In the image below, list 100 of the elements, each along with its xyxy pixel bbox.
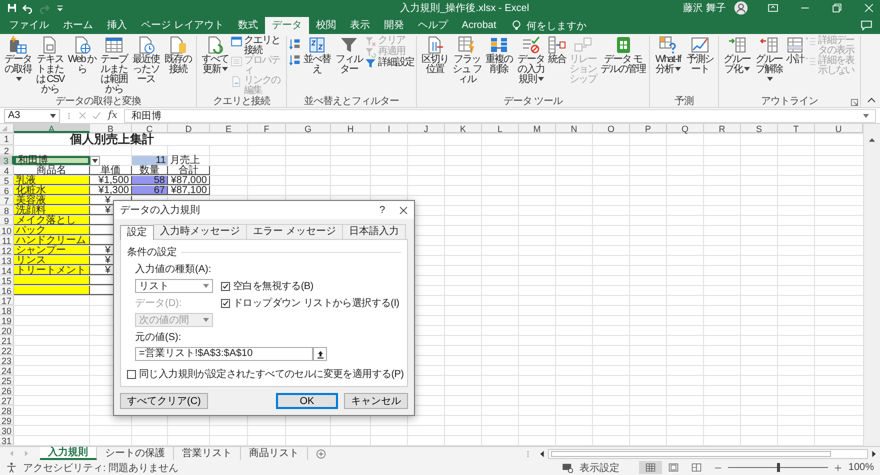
- ribbon-button[interactable]: 既存の接続: [162, 36, 194, 75]
- zoom-in-icon[interactable]: [834, 464, 842, 472]
- ribbon-button[interactable]: グループ化: [721, 36, 753, 75]
- scroll-right-icon[interactable]: [870, 450, 878, 458]
- avatar-icon[interactable]: [734, 1, 748, 15]
- row-header[interactable]: 2: [0, 146, 14, 155]
- checkbox[interactable]: [127, 370, 136, 378]
- row-header[interactable]: 18: [0, 306, 14, 315]
- checkbox[interactable]: [221, 298, 230, 308]
- row-header[interactable]: 25: [0, 376, 14, 385]
- row-header[interactable]: 21: [0, 336, 14, 345]
- normal-view-button[interactable]: [639, 461, 662, 474]
- add-sheet-icon[interactable]: [316, 448, 326, 458]
- sort-ascending-icon[interactable]: [289, 38, 301, 50]
- ribbon-button[interactable]: フィルター: [333, 36, 365, 75]
- ribbon-button[interactable]: 区切り位置: [419, 36, 451, 75]
- ribbon-tab[interactable]: ホーム: [56, 17, 100, 34]
- zoom-level[interactable]: 100%: [848, 462, 874, 473]
- check-icon[interactable]: [92, 111, 101, 120]
- column-header[interactable]: G: [286, 124, 331, 133]
- collapse-icon[interactable]: [867, 96, 876, 105]
- row-header[interactable]: 27: [0, 396, 14, 405]
- dialog-launcher-icon[interactable]: [851, 99, 858, 106]
- row-header[interactable]: 31: [0, 436, 14, 445]
- ribbon-tab[interactable]: 開発: [376, 17, 411, 34]
- row-header[interactable]: 20: [0, 326, 14, 335]
- ribbon-button[interactable]: クエリと接続: [231, 36, 284, 56]
- ribbon-button[interactable]: テーブルまたは範囲から: [98, 36, 130, 95]
- row-header[interactable]: 3: [0, 156, 14, 165]
- vertical-scrollbar[interactable]: [863, 124, 880, 446]
- row-header[interactable]: 11: [0, 236, 14, 245]
- ribbon-display-icon[interactable]: [768, 3, 778, 13]
- dialog-tab[interactable]: 日本語入力: [342, 224, 406, 239]
- column-header[interactable]: H: [331, 124, 371, 133]
- row-header[interactable]: 15: [0, 276, 14, 285]
- row-header[interactable]: 7: [0, 196, 14, 205]
- row-header[interactable]: 30: [0, 426, 14, 435]
- ribbon-button[interactable]: テキストまたは CSV から: [34, 36, 66, 95]
- row-header[interactable]: 9: [0, 216, 14, 225]
- checkbox-label[interactable]: ドロップダウン リストから選択する(I): [233, 296, 400, 310]
- close-icon[interactable]: [399, 206, 408, 214]
- column-header[interactable]: K: [445, 124, 482, 133]
- ribbon-tab[interactable]: ヘルプ: [410, 17, 455, 34]
- tell-me-field[interactable]: 何をしますか: [526, 18, 586, 32]
- scroll-left-icon[interactable]: [538, 450, 546, 458]
- column-header[interactable]: P: [630, 124, 667, 133]
- scroll-thumb[interactable]: [551, 450, 831, 456]
- sort-descending-icon[interactable]: [289, 54, 301, 66]
- collapse-dialog-button[interactable]: [313, 347, 327, 361]
- ribbon-tab[interactable]: データ: [264, 17, 309, 34]
- column-header[interactable]: J: [408, 124, 445, 133]
- column-header[interactable]: Q: [667, 124, 704, 133]
- ribbon-button[interactable]: 小計: [785, 36, 805, 65]
- ribbon-button[interactable]: 重複の削除: [483, 36, 515, 75]
- ribbon-tab[interactable]: 表示: [342, 17, 377, 34]
- source-field[interactable]: =営業リスト!$A$3:$A$10: [135, 347, 313, 361]
- column-header[interactable]: I: [371, 124, 408, 133]
- formula-field[interactable]: 和田博: [124, 108, 876, 122]
- column-header[interactable]: E: [210, 124, 248, 133]
- accessibility-status[interactable]: アクセシビリティ: 問題ありません: [23, 460, 179, 474]
- row-header[interactable]: 10: [0, 226, 14, 235]
- ribbon-button[interactable]: 最近使ったソース: [130, 36, 162, 85]
- row-header[interactable]: 19: [0, 316, 14, 325]
- row-header[interactable]: 22: [0, 346, 14, 355]
- ribbon-button[interactable]: グループ解除: [753, 36, 785, 85]
- scroll-up-icon[interactable]: [868, 136, 876, 144]
- row-header[interactable]: 12: [0, 246, 14, 255]
- column-header[interactable]: U: [815, 124, 863, 133]
- checkbox-label[interactable]: 同じ入力規則が設定されたすべてのセルに変更を適用する(P): [139, 367, 404, 381]
- row-header[interactable]: 29: [0, 416, 14, 425]
- column-header[interactable]: N: [556, 124, 593, 133]
- ribbon-tab[interactable]: ファイル: [2, 17, 56, 34]
- comment-icon[interactable]: [861, 20, 872, 30]
- restore-icon[interactable]: [832, 3, 842, 13]
- help-button[interactable]: ?: [379, 204, 385, 216]
- row-header[interactable]: 1: [0, 134, 14, 145]
- horizontal-scrollbar[interactable]: [538, 448, 878, 458]
- dialog-tab[interactable]: 設定: [120, 225, 154, 240]
- ribbon-tab[interactable]: 校閲: [308, 17, 343, 34]
- ribbon-button[interactable]: フラッシュ フィル: [451, 36, 483, 85]
- column-header[interactable]: R: [704, 124, 741, 133]
- display-settings-button[interactable]: 表示設定: [579, 460, 620, 474]
- checkbox-label[interactable]: 空白を無視する(B): [233, 279, 314, 293]
- ribbon-button[interactable]: 予測シート: [684, 36, 716, 75]
- column-header[interactable]: C: [132, 124, 168, 133]
- undo-icon[interactable]: [22, 2, 34, 14]
- zoom-thumb[interactable]: [777, 463, 780, 472]
- ribbon-button[interactable]: 並べ替え: [301, 36, 333, 75]
- ribbon-button[interactable]: データの取得: [2, 36, 34, 85]
- row-header[interactable]: 4: [0, 166, 14, 175]
- column-header[interactable]: L: [482, 124, 519, 133]
- ribbon-button[interactable]: Web から: [66, 36, 98, 75]
- row-header[interactable]: 14: [0, 266, 14, 275]
- cancel-button[interactable]: キャンセル: [344, 393, 408, 409]
- dropdown-button[interactable]: [90, 156, 100, 166]
- ribbon-tab[interactable]: 数式: [230, 17, 265, 34]
- column-header[interactable]: S: [741, 124, 778, 133]
- row-header[interactable]: 23: [0, 356, 14, 365]
- row-header[interactable]: 6: [0, 186, 14, 195]
- clear-all-button[interactable]: すべてクリア(C): [120, 393, 208, 409]
